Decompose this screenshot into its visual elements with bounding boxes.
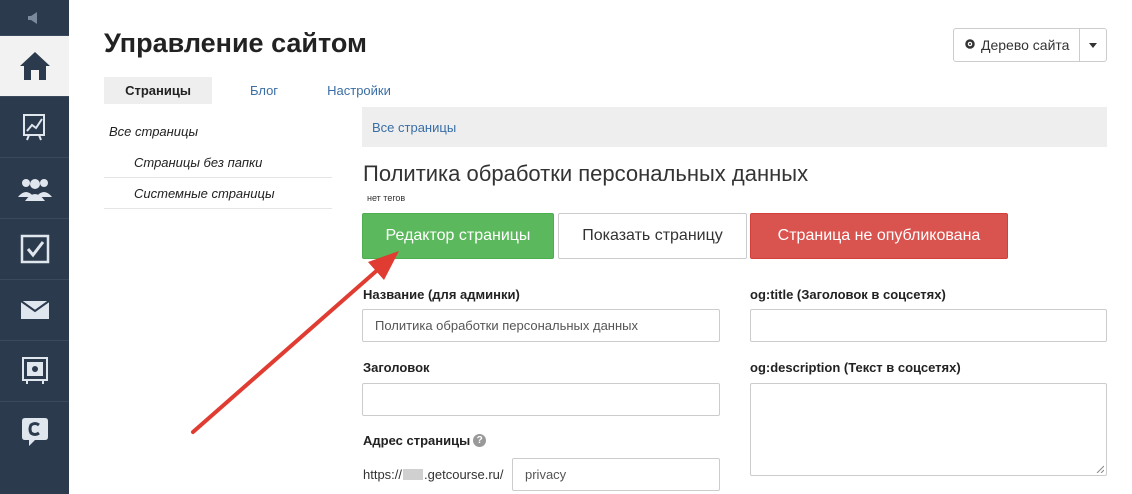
sidebar: [0, 0, 69, 494]
tab-pages[interactable]: Страницы: [104, 77, 212, 104]
sidebar-item-users[interactable]: [0, 157, 69, 218]
url-prefix-start: https://: [363, 467, 403, 482]
address-input[interactable]: privacy: [512, 458, 720, 491]
unpublished-button[interactable]: Страница не опубликована: [750, 213, 1008, 259]
chart-icon: [22, 114, 45, 141]
folder-tree: Все страницы Страницы без папки Системны…: [104, 116, 332, 209]
sidebar-item-safe[interactable]: [0, 340, 69, 401]
sidebar-item-mail[interactable]: [0, 279, 69, 340]
name-label: Название (для админки): [363, 287, 520, 302]
site-tree-button[interactable]: Дерево сайта: [953, 28, 1108, 62]
page-title: Управление сайтом: [104, 28, 367, 58]
page-heading: Политика обработки персональных данных: [363, 161, 809, 186]
site-tree-dropdown[interactable]: [1080, 29, 1106, 61]
megaphone-icon: [27, 11, 37, 24]
sidebar-item-chat[interactable]: [0, 401, 69, 462]
site-tree-main[interactable]: Дерево сайта: [954, 29, 1081, 61]
tab-blog[interactable]: Блог: [212, 77, 316, 104]
resize-handle-icon[interactable]: [1096, 465, 1104, 473]
name-input-value: Политика обработки персональных данных: [375, 318, 639, 333]
tabs: Страницы Блог Настройки: [104, 77, 402, 104]
blurred-subdomain: [403, 469, 424, 480]
gear-icon: [964, 37, 976, 53]
address-input-value: privacy: [525, 467, 567, 482]
url-prefix-end: .getcourse.ru/: [424, 467, 504, 482]
heading-input[interactable]: [362, 383, 720, 416]
sidebar-item-home[interactable]: [0, 35, 69, 96]
users-icon: [17, 179, 52, 201]
name-input[interactable]: Политика обработки персональных данных: [362, 309, 720, 342]
og-title-label: og:title (Заголовок в соцсетях): [750, 287, 946, 302]
tree-item-all[interactable]: Все страницы: [104, 116, 332, 147]
breadcrumb-link[interactable]: Все страницы: [372, 120, 456, 135]
help-icon[interactable]: ?: [473, 434, 487, 447]
url-prefix: https:// .getcourse.ru/: [363, 467, 504, 482]
site-tree-label: Дерево сайта: [981, 37, 1070, 53]
tab-settings[interactable]: Настройки: [316, 77, 402, 104]
address-label-wrap: Адрес страницы ?: [363, 433, 487, 448]
tags-text: нет тегов: [367, 193, 406, 203]
og-title-input[interactable]: [750, 309, 1107, 342]
home-icon: [19, 52, 50, 80]
sidebar-item-stats[interactable]: [0, 96, 69, 157]
caret-down-icon: [1089, 42, 1098, 48]
sidebar-item-tasks[interactable]: [0, 218, 69, 279]
safe-icon: [21, 357, 48, 384]
heading-label: Заголовок: [363, 360, 430, 375]
tree-item-no-folder[interactable]: Страницы без папки: [104, 147, 332, 178]
chat-icon: [21, 418, 48, 446]
tree-item-system[interactable]: Системные страницы: [104, 178, 332, 209]
checkbox-icon: [20, 234, 49, 264]
sidebar-toggle[interactable]: [0, 0, 69, 35]
mail-icon: [19, 300, 50, 319]
breadcrumb: Все страницы: [362, 107, 1107, 147]
show-page-button[interactable]: Показать страницу: [558, 213, 747, 259]
og-description-label: og:description (Текст в соцсетях): [750, 360, 961, 375]
og-description-textarea[interactable]: [750, 383, 1107, 476]
address-label: Адрес страницы: [363, 433, 471, 448]
page-editor-button[interactable]: Редактор страницы: [362, 213, 554, 259]
